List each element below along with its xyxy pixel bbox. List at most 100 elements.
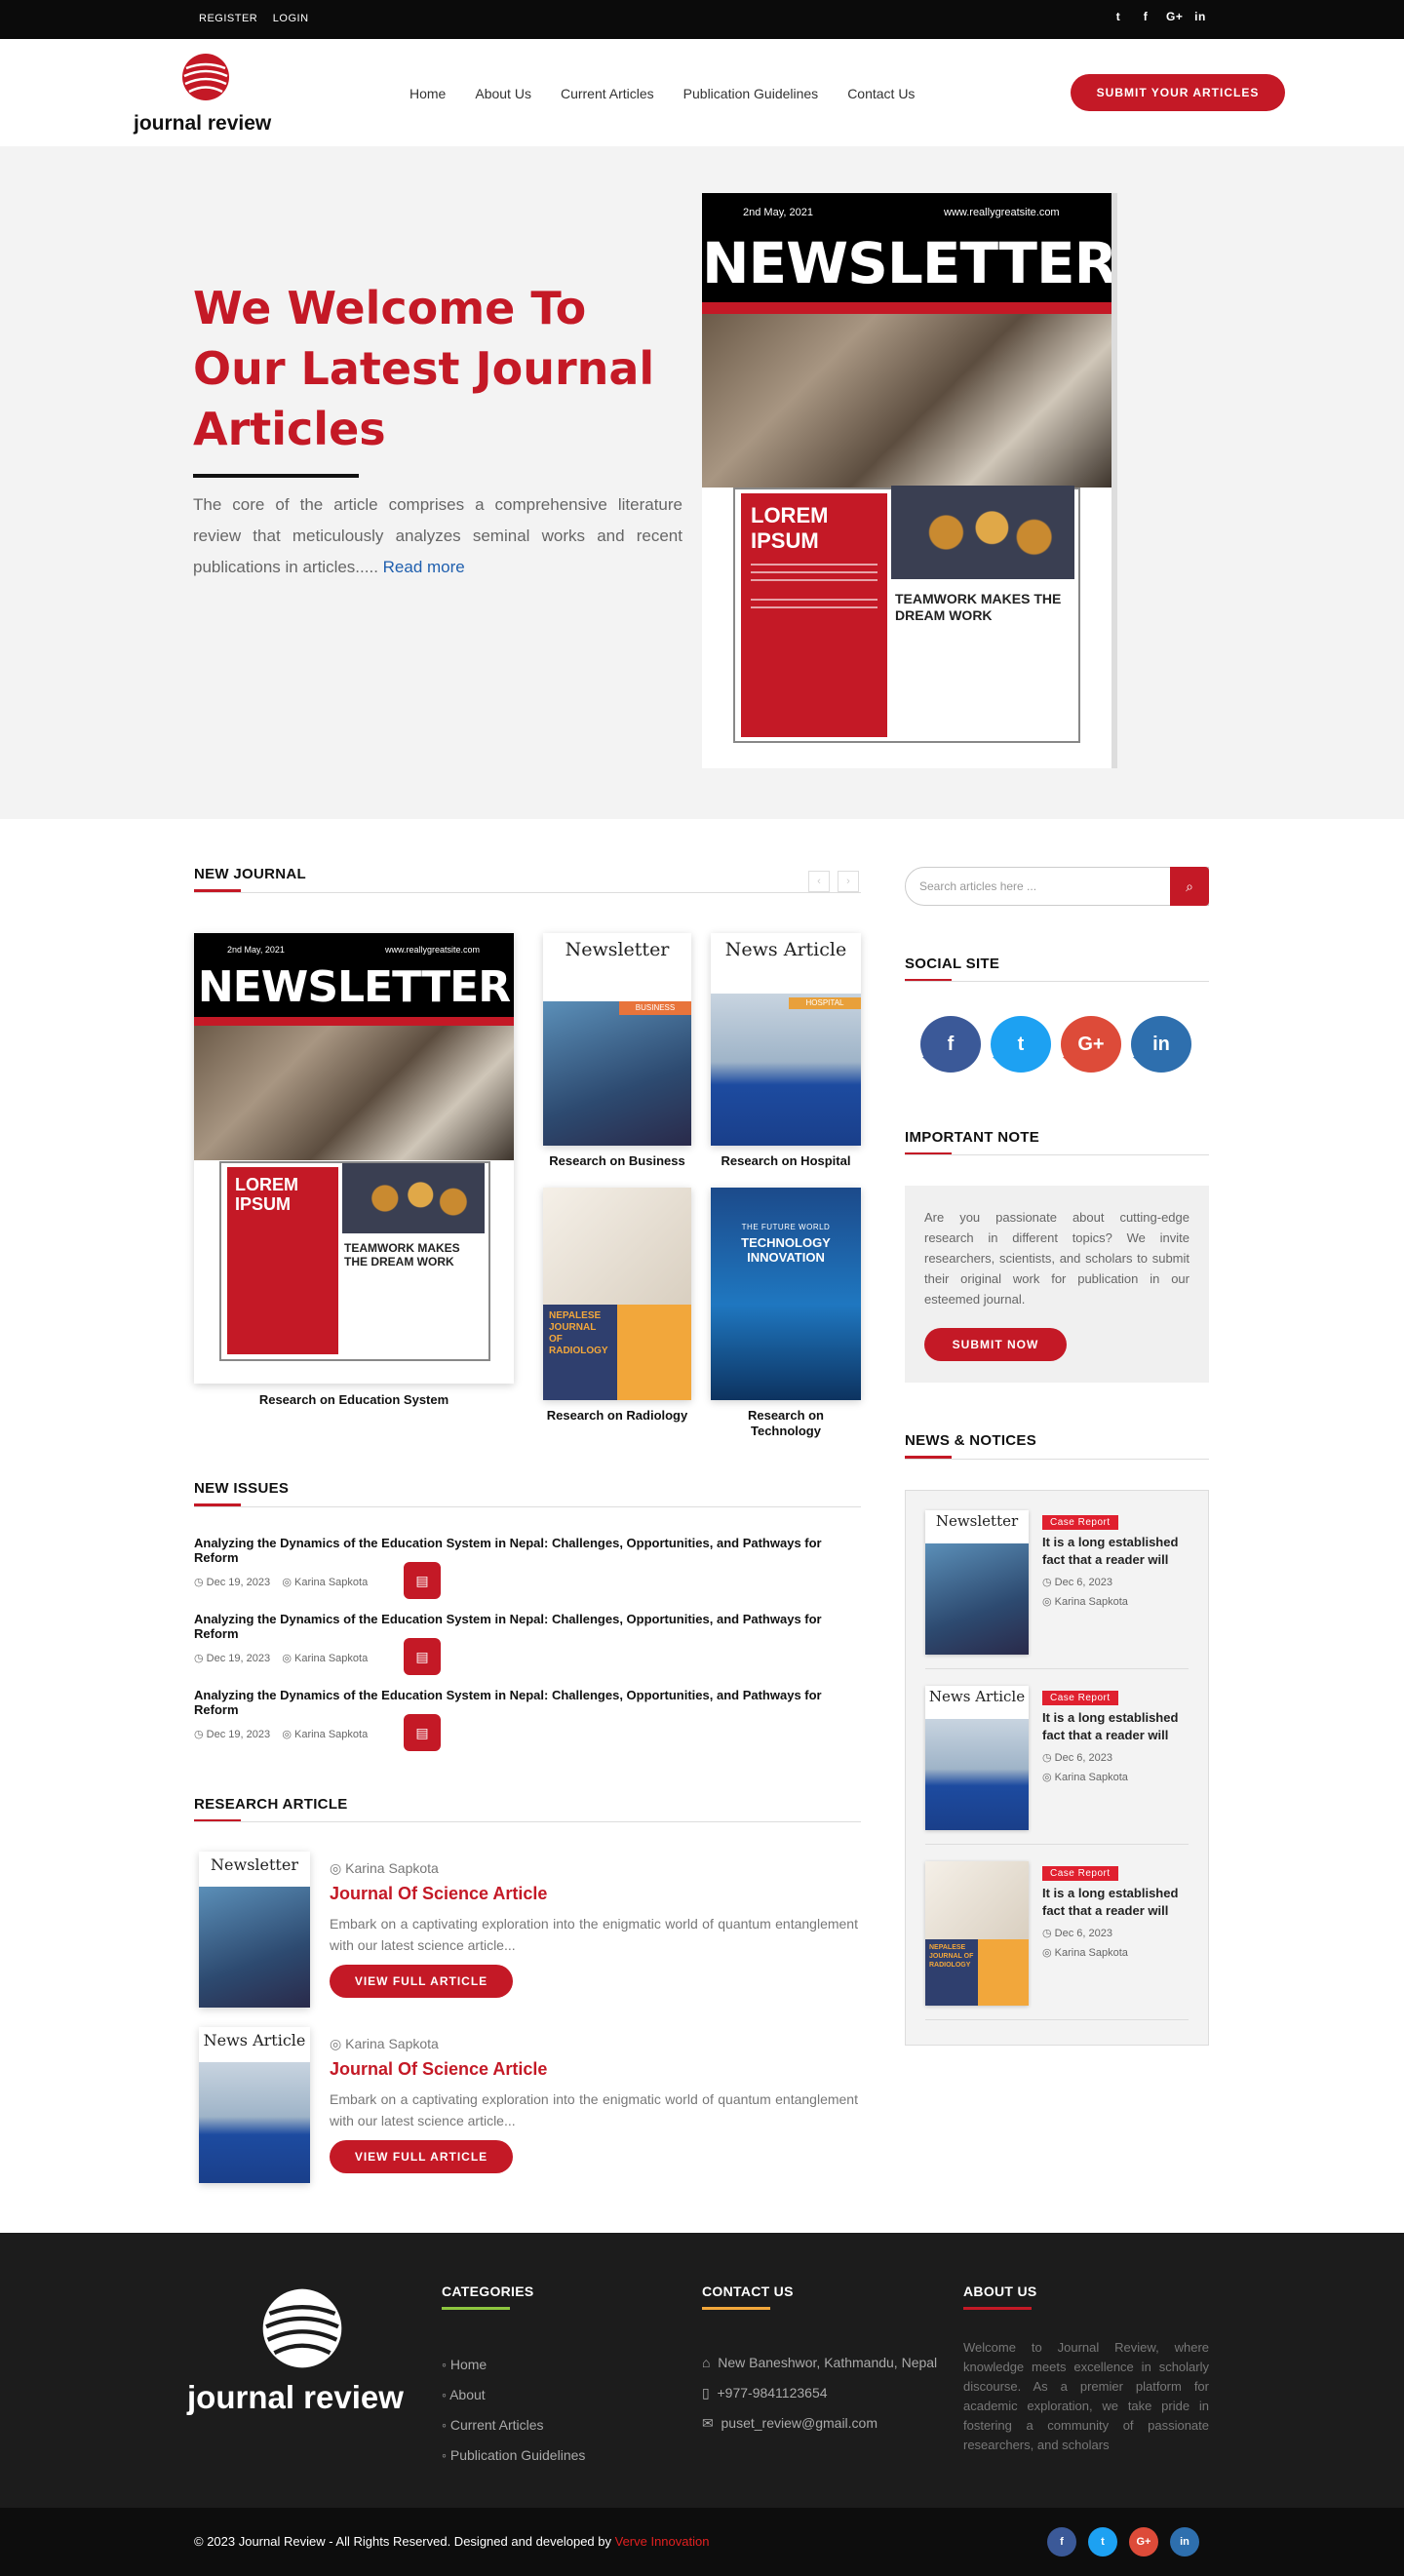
logo-globe-icon[interactable] (181, 53, 230, 101)
research-thumb-1[interactable]: Newsletter (199, 1852, 310, 2008)
journal-card-title: NEWSLETTER (197, 962, 511, 1012)
thumb-radiology-label: NEPALESE JOURNAL OF RADIOLOGY (543, 1305, 617, 1400)
twitter-icon[interactable]: t (991, 1016, 1051, 1073)
footer-link-about[interactable]: ◦ About (442, 2380, 585, 2410)
journal-card-technology[interactable]: THE FUTURE WORLD TECHNOLOGY INNOVATION (711, 1188, 861, 1400)
news-title-2[interactable]: It is a long established fact that a rea… (1042, 1709, 1189, 1744)
journal-caption-business[interactable]: Research on Business (543, 1153, 691, 1168)
news-meta-1: ◷ Dec 6, 2023 ◎ Karina Sapkota (1042, 1577, 1128, 1608)
pdf-download-icon[interactable]: ▤ (404, 1714, 441, 1751)
footer-about-text: Welcome to Journal Review, where knowled… (963, 2340, 1209, 2452)
important-note-text: Are you passionate about cutting-edge re… (924, 1210, 1190, 1307)
journal-card-teamwork: TEAMWORK MAKES THE DREAM WORK (344, 1241, 460, 1268)
footer-link-guidelines[interactable]: ◦ Publication Guidelines (442, 2440, 585, 2471)
footer-link-label: Home (449, 2357, 488, 2372)
top-bar: REGISTER LOGIN t f G+ in (0, 0, 1404, 39)
footer-contact: ⌂ New Baneshwor, Kathmandu, Nepal ▯ +977… (702, 2348, 937, 2439)
news-thumb-3[interactable]: NEPALESE JOURNAL OF RADIOLOGY (925, 1861, 1029, 2006)
twitter-icon[interactable]: t (1112, 10, 1125, 23)
research-thumb-2[interactable]: News Article (199, 2027, 310, 2183)
register-link[interactable]: REGISTER (199, 13, 257, 24)
journal-card-hospital[interactable]: News Article HOSPITAL (711, 933, 861, 1146)
footer-facebook-icon[interactable]: f (1047, 2527, 1076, 2556)
footer-email[interactable]: puset_review@gmail.com (722, 2415, 878, 2431)
hero-text: The core of the article comprises a comp… (193, 489, 682, 583)
view-full-article-button[interactable]: VIEW FULL ARTICLE (330, 2140, 513, 2173)
footer-phone[interactable]: +977-9841123654 (718, 2385, 828, 2400)
research-title-2[interactable]: Journal Of Science Article (330, 2059, 547, 2080)
linkedin-icon[interactable]: in (1131, 1016, 1191, 1073)
journal-card-business[interactable]: Newsletter BUSINESS (543, 933, 691, 1146)
journal-card-radiology[interactable]: NEPALESE JOURNAL OF RADIOLOGY (543, 1188, 691, 1400)
linkedin-icon[interactable]: in (1193, 10, 1207, 23)
footer-google-plus-icon[interactable]: G+ (1129, 2527, 1158, 2556)
carousel-next-button[interactable]: › (838, 871, 859, 892)
search-icon[interactable]: ⌕ (1170, 867, 1209, 906)
main-header: journal review Home About Us Current Art… (0, 39, 1404, 146)
footer-twitter-icon[interactable]: t (1088, 2527, 1117, 2556)
news-date: Dec 6, 2023 (1054, 1577, 1112, 1588)
footer-logo-globe-icon (262, 2288, 342, 2368)
issue-title-1[interactable]: Analyzing the Dynamics of the Education … (194, 1536, 867, 1565)
footer-logo-text[interactable]: journal review (187, 2379, 404, 2416)
news-badge-2: Case Report (1042, 1688, 1118, 1705)
logo-text[interactable]: journal review (134, 112, 271, 136)
google-plus-icon[interactable]: G+ (1166, 10, 1183, 23)
news-thumb-1[interactable]: Newsletter (925, 1510, 1029, 1655)
research-author-name: Karina Sapkota (345, 2036, 439, 2051)
news-title-3[interactable]: It is a long established fact that a rea… (1042, 1885, 1189, 1920)
news-thumb-label: Newsletter (935, 1512, 1019, 1530)
new-issues-title: NEW ISSUES (194, 1480, 290, 1506)
pdf-download-icon[interactable]: ▤ (404, 1562, 441, 1599)
footer-link-current-articles[interactable]: ◦ Current Articles (442, 2410, 585, 2440)
issue-meta-3: ◷ Dec 19, 2023 ◎ Karina Sapkota (194, 1729, 369, 1740)
nav-contact[interactable]: Contact Us (847, 86, 915, 101)
main-nav: Home About Us Current Articles Publicati… (410, 86, 915, 101)
copyright-body: © 2023 Journal Review - All Rights Reser… (194, 2534, 615, 2549)
facebook-icon[interactable]: f (1139, 10, 1152, 23)
carousel-prev-button[interactable]: ‹ (808, 871, 830, 892)
newsletter-title: NEWSLETTER (702, 230, 1112, 296)
search-input[interactable]: Search articles here ... (919, 879, 1036, 893)
news-notices-title: NEWS & NOTICES (905, 1432, 1037, 1459)
issue-title-2[interactable]: Analyzing the Dynamics of the Education … (194, 1612, 867, 1641)
footer-link-home[interactable]: ◦ Home (442, 2350, 585, 2380)
news-meta-3: ◷ Dec 6, 2023 ◎ Karina Sapkota (1042, 1928, 1128, 1959)
news-title-1[interactable]: It is a long established fact that a rea… (1042, 1534, 1189, 1569)
hero-title: We Welcome To Our Latest Journal Article… (193, 282, 655, 455)
developer-link[interactable]: Verve Innovation (615, 2534, 710, 2549)
thumb-hospital-tag: HOSPITAL (789, 997, 861, 1009)
nav-home[interactable]: Home (410, 86, 446, 101)
hero-section: We Welcome To Our Latest Journal Article… (0, 146, 1404, 819)
google-plus-icon[interactable]: G+ (1061, 1016, 1121, 1073)
journal-caption-hospital[interactable]: Research on Hospital (711, 1153, 861, 1168)
journal-card-education[interactable]: 2nd May, 2021 www.reallygreatsite.com NE… (194, 933, 514, 1384)
pdf-download-icon[interactable]: ▤ (404, 1638, 441, 1675)
submit-now-button[interactable]: SUBMIT NOW (924, 1328, 1067, 1361)
mail-icon: ✉ (702, 2415, 714, 2431)
issue-title-3[interactable]: Analyzing the Dynamics of the Education … (194, 1688, 867, 1717)
thumb-tech-label: TECHNOLOGY INNOVATION (741, 1235, 831, 1265)
site-footer: journal review CATEGORIES ◦ Home ◦ About… (0, 2233, 1404, 2508)
news-thumb-label: News Article (928, 1688, 1026, 1705)
news-thumb-2[interactable]: News Article (925, 1686, 1029, 1830)
submit-articles-button[interactable]: SUBMIT YOUR ARTICLES (1071, 74, 1285, 111)
research-title-1[interactable]: Journal Of Science Article (330, 1884, 547, 1904)
issue-meta-2: ◷ Dec 19, 2023 ◎ Karina Sapkota (194, 1653, 369, 1664)
footer-linkedin-icon[interactable]: in (1170, 2527, 1199, 2556)
newsletter-header: 2nd May, 2021 www.reallygreatsite.com NE… (702, 193, 1112, 302)
thumb-business-tag: BUSINESS (619, 1001, 691, 1015)
view-full-article-button[interactable]: VIEW FULL ARTICLE (330, 1965, 513, 1998)
login-link[interactable]: LOGIN (273, 13, 309, 24)
journal-caption-technology[interactable]: Research on Technology (730, 1408, 841, 1439)
nav-publication-guidelines[interactable]: Publication Guidelines (683, 86, 819, 101)
journal-caption-education[interactable]: Research on Education System (194, 1392, 514, 1407)
nav-current-articles[interactable]: Current Articles (561, 86, 654, 101)
hero-divider (193, 474, 359, 478)
journal-caption-radiology[interactable]: Research on Radiology (543, 1408, 691, 1423)
nav-about[interactable]: About Us (475, 86, 531, 101)
newsletter-teamwork: TEAMWORK MAKES THE DREAM WORK (895, 591, 1062, 623)
facebook-icon[interactable]: f (920, 1016, 981, 1073)
footer-address: New Baneshwor, Kathmandu, Nepal (718, 2355, 938, 2370)
read-more-link[interactable]: Read more (383, 558, 465, 576)
